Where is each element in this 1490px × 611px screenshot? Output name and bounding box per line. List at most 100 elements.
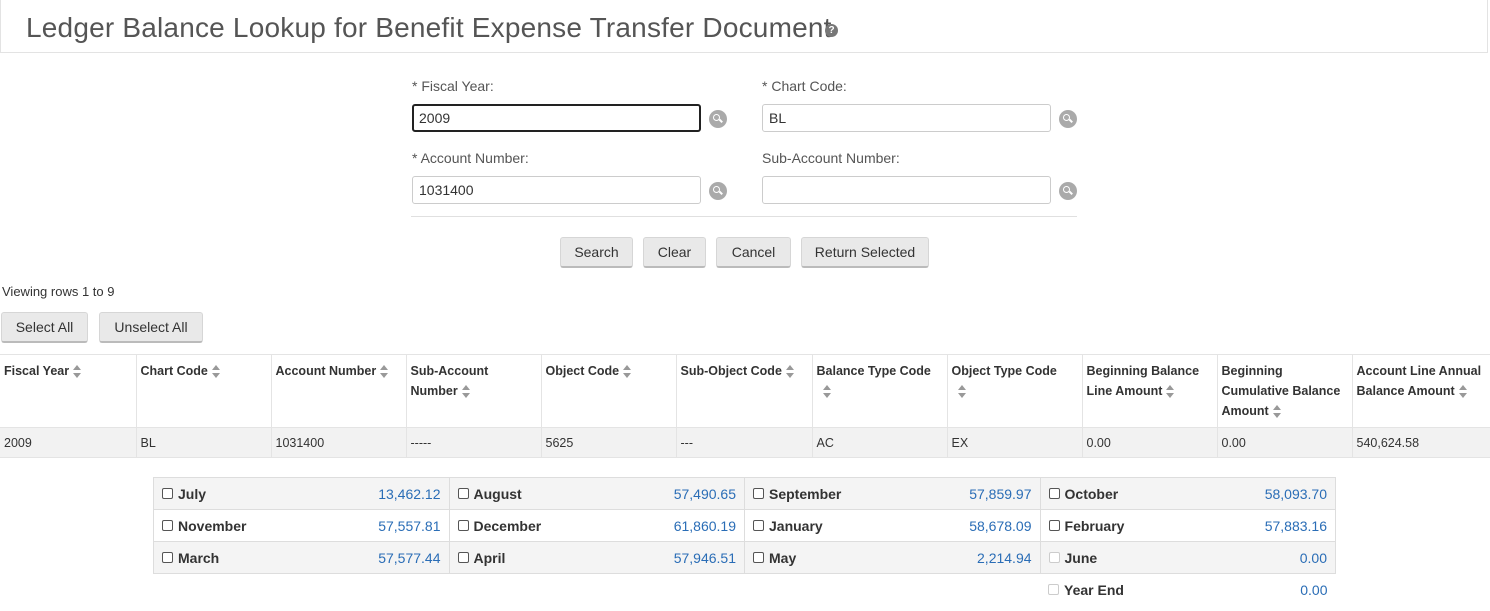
month-checkbox[interactable] <box>162 552 173 563</box>
return-selected-button[interactable]: Return Selected <box>801 237 929 268</box>
month-cell: August 57,490.65 <box>448 477 745 510</box>
month-amount-link[interactable]: 13,462.12 <box>378 486 440 502</box>
month-amount-link[interactable]: 2,214.94 <box>977 550 1032 566</box>
sort-icon[interactable] <box>211 364 220 379</box>
account-number-input[interactable]: 1031400 <box>412 176 701 204</box>
sub-account-number-input[interactable] <box>762 176 1051 204</box>
fiscal-year-lookup-icon[interactable] <box>709 110 727 128</box>
month-amount-link[interactable]: 57,946.51 <box>674 550 736 566</box>
sort-icon[interactable] <box>822 384 831 399</box>
year-end-cell: Year End 0.00 <box>1040 574 1335 606</box>
month-cell: March 57,577.44 <box>153 541 450 574</box>
year-end-amount-link[interactable]: 0.00 <box>1300 582 1327 598</box>
chart-code-lookup-icon[interactable] <box>1059 110 1077 128</box>
month-checkbox[interactable] <box>1048 488 1060 499</box>
cell-beginning-balance-link[interactable]: 0.00 <box>1081 427 1217 458</box>
col-object-type-code[interactable]: Object Type Code <box>946 354 1082 428</box>
table-row: 2009 BL 1031400 ----- 5625 --- AC EX 0.0… <box>0 427 1490 458</box>
sort-icon[interactable] <box>73 364 82 379</box>
month-amount-link[interactable]: 57,883.16 <box>1265 518 1327 534</box>
account-number-lookup-icon[interactable] <box>709 182 727 200</box>
year-end-checkbox-disabled <box>1048 584 1060 596</box>
search-button[interactable]: Search <box>560 237 633 268</box>
empty-cell <box>745 574 1041 606</box>
month-checkbox[interactable] <box>753 552 764 563</box>
month-checkbox-disabled <box>1048 552 1060 563</box>
month-cell: May 2,214.94 <box>744 541 1041 574</box>
sort-icon[interactable] <box>957 384 966 399</box>
month-checkbox[interactable] <box>457 552 469 563</box>
empty-cell <box>449 574 745 606</box>
month-cell: November 57,557.81 <box>153 509 450 542</box>
cell-fiscal-year-link[interactable]: 2009 <box>0 427 136 458</box>
month-checkbox[interactable] <box>457 520 469 531</box>
col-beginning-cumulative-balance-amount[interactable]: Beginning Cumulative Balance Amount <box>1216 354 1352 428</box>
col-beginning-balance-line-amount[interactable]: Beginning Balance Line Amount <box>1081 354 1217 428</box>
month-amount-link[interactable]: 57,490.65 <box>674 486 736 502</box>
sort-icon[interactable] <box>1272 404 1281 419</box>
sub-account-number-lookup-icon[interactable] <box>1059 182 1077 200</box>
month-checkbox[interactable] <box>753 488 764 499</box>
col-account-number[interactable]: Account Number <box>270 354 406 428</box>
viewing-rows-text: Viewing rows 1 to 9 <box>2 284 115 299</box>
account-number-label: * Account Number: <box>412 150 529 166</box>
monthly-balances-table: July 13,462.12 August 57,490.65 September 5… <box>153 477 1337 606</box>
month-amount-link[interactable]: 57,577.44 <box>378 550 440 566</box>
sub-account-number-label: Sub-Account Number: <box>762 150 900 166</box>
col-sub-object-code[interactable]: Sub-Object Code <box>675 354 812 428</box>
sort-icon[interactable] <box>461 384 470 399</box>
col-balance-type-code[interactable]: Balance Type Code <box>811 354 947 428</box>
month-cell: October 58,093.70 <box>1039 477 1337 510</box>
month-checkbox[interactable] <box>457 488 469 499</box>
month-amount-link[interactable]: 57,859.97 <box>969 486 1031 502</box>
help-icon[interactable]: ? <box>825 24 838 37</box>
chart-code-input[interactable]: BL <box>762 104 1051 132</box>
sort-icon[interactable] <box>380 364 389 379</box>
form-divider <box>411 216 1077 217</box>
sort-icon[interactable] <box>1458 384 1467 399</box>
fiscal-year-input[interactable]: 2009 <box>412 104 701 132</box>
cell-annual-balance-amount: 540,624.58 <box>1351 427 1490 458</box>
sort-icon[interactable] <box>623 364 632 379</box>
month-amount-link[interactable]: 61,860.19 <box>674 518 736 534</box>
col-fiscal-year[interactable]: Fiscal Year <box>0 354 136 428</box>
cell-balance-type-code-link[interactable]: AC <box>811 427 947 458</box>
month-checkbox[interactable] <box>753 520 764 531</box>
fiscal-year-label: * Fiscal Year: <box>412 78 494 94</box>
clear-button[interactable]: Clear <box>643 237 706 268</box>
cell-chart-code-link[interactable]: BL <box>135 427 271 458</box>
results-header-row: Fiscal Year Chart Code Account Number Su… <box>0 354 1490 428</box>
cell-beginning-cumulative-balance-link[interactable]: 0.00 <box>1216 427 1352 458</box>
col-object-code[interactable]: Object Code <box>540 354 676 428</box>
month-amount-link[interactable]: 58,093.70 <box>1265 486 1327 502</box>
col-account-line-annual-balance-amount[interactable]: Account Line Annual Balance Amount <box>1351 354 1490 428</box>
cell-account-number-link[interactable]: 1031400 <box>270 427 406 458</box>
month-checkbox[interactable] <box>1048 520 1060 531</box>
cell-sub-account-number: ----- <box>405 427 541 458</box>
sort-icon[interactable] <box>785 364 794 379</box>
month-cell: January 58,678.09 <box>744 509 1041 542</box>
cell-object-type-code-link[interactable]: EX <box>946 427 1082 458</box>
unselect-all-button[interactable]: Unselect All <box>99 312 203 343</box>
month-checkbox[interactable] <box>162 488 173 499</box>
page-header: Ledger Balance Lookup for Benefit Expens… <box>0 0 1488 53</box>
month-amount-link[interactable]: 58,678.09 <box>969 518 1031 534</box>
month-amount-link[interactable]: 57,557.81 <box>378 518 440 534</box>
month-cell: April 57,946.51 <box>448 541 745 574</box>
cell-sub-object-code: --- <box>675 427 812 458</box>
month-cell: February 57,883.16 <box>1039 509 1337 542</box>
col-sub-account-number[interactable]: Sub-Account Number <box>405 354 541 428</box>
month-checkbox[interactable] <box>162 520 173 531</box>
month-cell: December 61,860.19 <box>448 509 745 542</box>
select-all-button[interactable]: Select All <box>1 312 88 343</box>
results-table: Fiscal Year Chart Code Account Number Su… <box>0 354 1490 458</box>
cell-object-code-link[interactable]: 5625 <box>540 427 676 458</box>
col-chart-code[interactable]: Chart Code <box>135 354 271 428</box>
cancel-button[interactable]: Cancel <box>716 237 791 268</box>
page-title: Ledger Balance Lookup for Benefit Expens… <box>26 12 832 43</box>
month-amount-link[interactable]: 0.00 <box>1300 550 1327 566</box>
chart-code-label: * Chart Code: <box>762 78 847 94</box>
sort-icon[interactable] <box>1166 384 1175 399</box>
month-cell: September 57,859.97 <box>744 477 1041 510</box>
month-cell: July 13,462.12 <box>153 477 450 510</box>
